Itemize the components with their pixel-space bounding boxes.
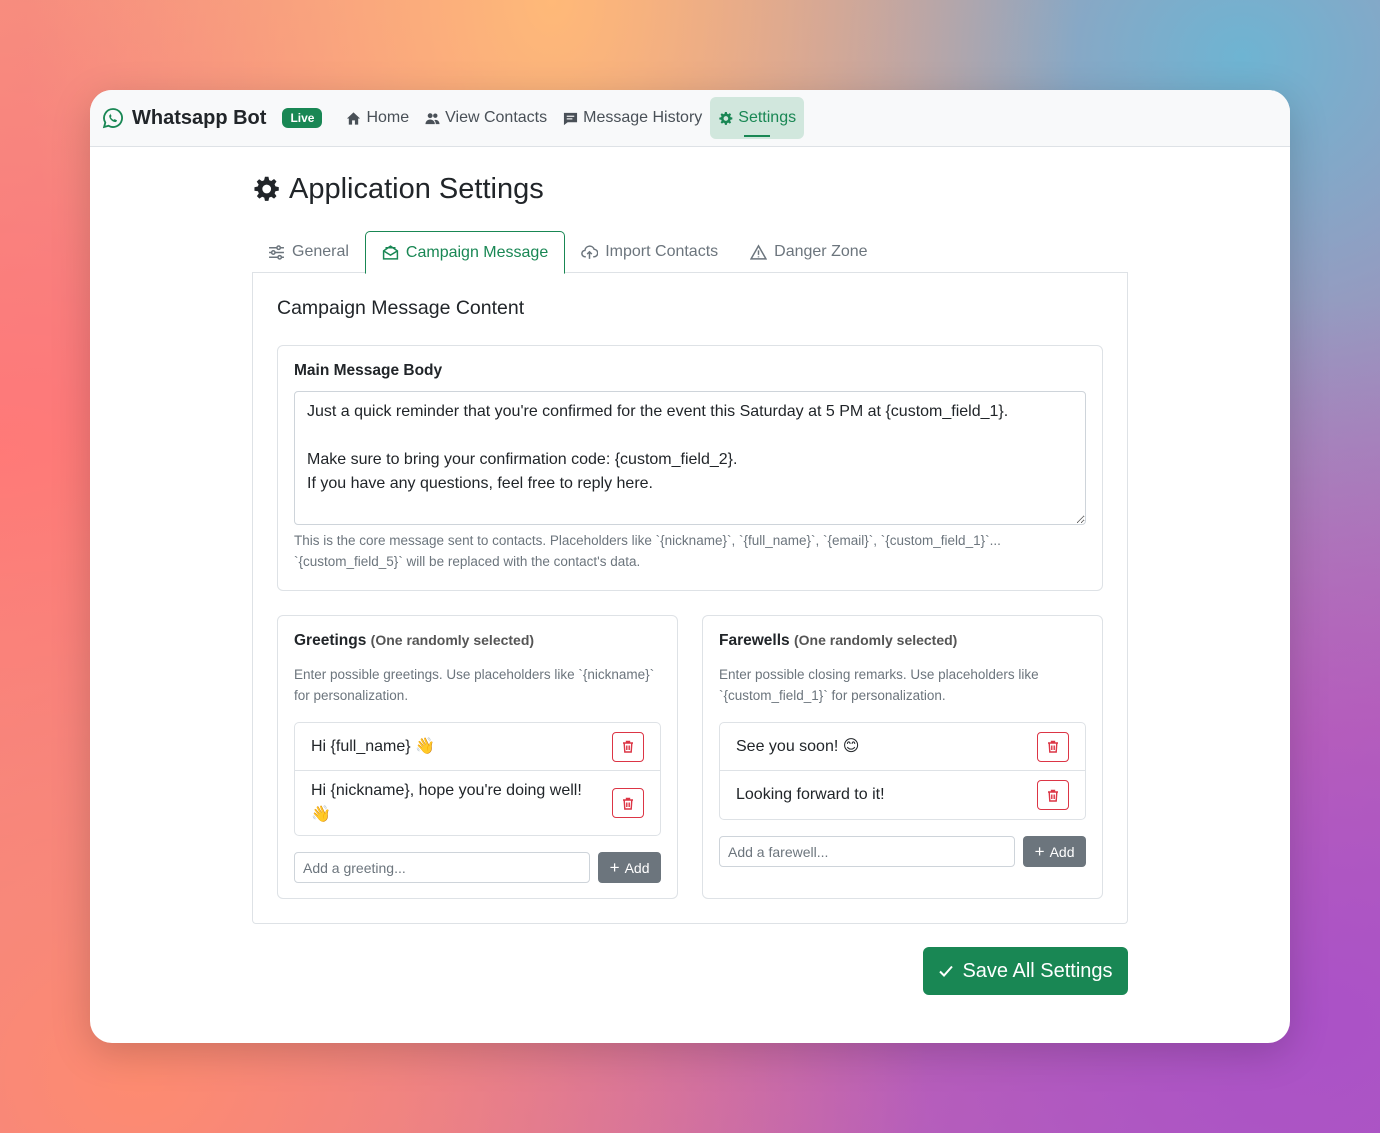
nav-home-label: Home	[366, 109, 410, 126]
delete-greeting-button[interactable]	[612, 731, 644, 762]
add-farewell-label: Add	[1049, 843, 1075, 860]
tab-campaign-message-label: Campaign Message	[405, 243, 549, 261]
greetings-list: Hi {full_name} 👋 Hi {nickname}, hope you…	[294, 722, 661, 836]
gear-icon	[719, 111, 733, 125]
envelope-open-icon	[382, 245, 399, 260]
add-farewell-input[interactable]	[719, 836, 1016, 867]
whatsapp-icon	[102, 108, 123, 129]
farewell-item: See you soon! 😊	[720, 723, 1085, 771]
brand-name: Whatsapp Bot	[132, 106, 267, 129]
farewell-item: Looking forward to it!	[720, 771, 1085, 819]
tab-general-label: General	[292, 243, 349, 260]
trash-icon	[623, 740, 633, 753]
greeting-item: Hi {full_name} 👋	[295, 723, 660, 771]
nav-settings-label: Settings	[738, 109, 797, 126]
add-farewell-button[interactable]: + Add	[1023, 836, 1086, 867]
tab-import-contacts[interactable]: Import Contacts	[565, 231, 734, 273]
greetings-subtitle: (One randomly selected)	[370, 632, 535, 648]
add-greeting-button[interactable]: + Add	[598, 852, 661, 883]
tab-import-contacts-label: Import Contacts	[605, 243, 719, 260]
gear-icon	[254, 176, 279, 201]
greetings-label: Greetings (One randomly selected)	[294, 632, 661, 652]
plus-icon: +	[609, 858, 620, 877]
chat-icon	[564, 112, 578, 125]
page-title: Application Settings	[252, 172, 1128, 206]
delete-greeting-button[interactable]	[612, 788, 644, 818]
trash-icon	[1048, 789, 1058, 802]
greeting-item: Hi {nickname}, hope you're doing well! 👋	[295, 771, 660, 835]
save-all-settings-label: Save All Settings	[962, 959, 1113, 982]
farewells-help: Enter possible closing remarks. Use plac…	[719, 667, 1039, 703]
nav-message-history-label: Message History	[583, 109, 703, 126]
nav-message-history[interactable]: Message History	[555, 97, 710, 139]
nav-view-contacts-label: View Contacts	[445, 109, 548, 126]
section-title: Campaign Message Content	[277, 297, 525, 319]
plus-icon: +	[1034, 842, 1045, 861]
delete-farewell-button[interactable]	[1037, 780, 1069, 810]
nav-view-contacts[interactable]: View Contacts	[417, 97, 555, 139]
save-all-settings-button[interactable]: Save All Settings	[923, 947, 1128, 995]
cloud-upload-icon	[581, 244, 599, 259]
home-icon	[347, 111, 361, 125]
greetings-farewells-row: Greetings (One randomly selected) Enter …	[277, 615, 1103, 899]
farewell-item-text: Looking forward to it!	[736, 786, 885, 803]
main-message-textarea[interactable]	[294, 391, 1086, 525]
live-badge: Live	[282, 108, 323, 128]
greetings-help: Enter possible greetings. Use placeholde…	[294, 667, 655, 703]
add-farewell-row: + Add	[719, 836, 1086, 867]
warning-icon	[750, 243, 768, 260]
app-window: Whatsapp Bot Live Home View Contacts Mes…	[90, 90, 1290, 1043]
main-content: Application Settings General Campaign Me…	[252, 147, 1128, 995]
navbar: Whatsapp Bot Live Home View Contacts Mes…	[90, 90, 1290, 147]
nav-home[interactable]: Home	[338, 97, 417, 139]
farewells-list: See you soon! 😊 Looking forward to it!	[719, 722, 1086, 820]
settings-tabs: General Campaign Message Import Contacts…	[252, 231, 1128, 274]
trash-icon	[623, 797, 633, 810]
tab-danger-zone-label: Danger Zone	[774, 243, 868, 260]
nav-settings[interactable]: Settings	[710, 97, 805, 139]
add-greeting-input[interactable]	[294, 852, 591, 883]
greeting-item-text: Hi {nickname}, hope you're doing well! 👋	[311, 782, 582, 823]
greetings-card: Greetings (One randomly selected) Enter …	[277, 615, 678, 899]
people-icon	[425, 112, 440, 124]
main-message-help: This is the core message sent to contact…	[294, 533, 1001, 569]
greeting-item-text: Hi {full_name} 👋	[311, 737, 435, 755]
check-icon	[939, 965, 954, 977]
farewell-item-text: See you soon! 😊	[736, 737, 860, 755]
trash-icon	[1048, 740, 1058, 753]
add-greeting-row: + Add	[294, 852, 661, 883]
tab-campaign-message[interactable]: Campaign Message	[364, 231, 566, 274]
page-title-text: Application Settings	[289, 172, 544, 205]
campaign-message-pane: Campaign Message Content Main Message Bo…	[252, 273, 1128, 924]
delete-farewell-button[interactable]	[1037, 731, 1069, 762]
brand[interactable]: Whatsapp Bot	[102, 107, 266, 130]
farewells-card: Farewells (One randomly selected) Enter …	[702, 615, 1103, 899]
farewells-label: Farewells (One randomly selected)	[719, 632, 1086, 652]
main-message-card: Main Message Body This is the core messa…	[277, 345, 1103, 591]
add-greeting-label: Add	[624, 859, 650, 876]
farewells-subtitle: (One randomly selected)	[793, 632, 958, 648]
farewells-title: Farewells	[719, 632, 790, 649]
sliders-icon	[269, 244, 284, 260]
greetings-title: Greetings	[294, 632, 367, 649]
tab-general[interactable]: General	[252, 231, 365, 273]
main-message-label: Main Message Body	[294, 362, 443, 379]
tab-danger-zone[interactable]: Danger Zone	[734, 231, 883, 273]
